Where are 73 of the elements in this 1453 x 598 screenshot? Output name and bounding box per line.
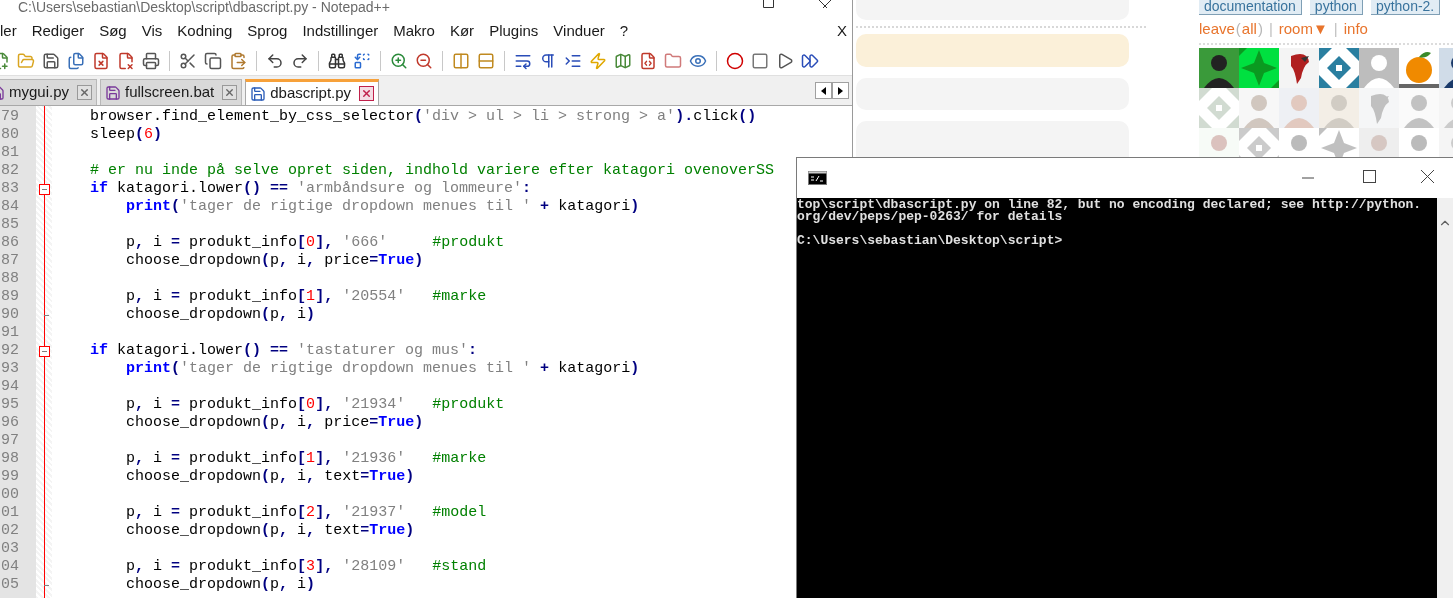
line-number: 95: [0, 396, 20, 414]
menu-item[interactable]: ?: [619, 19, 629, 43]
tag[interactable]: python-2.: [1370, 0, 1441, 15]
line-number: 88: [0, 270, 20, 288]
line-number: 98: [0, 450, 20, 468]
parenthesis-text: (: [1235, 20, 1241, 38]
menu-item[interactable]: Kodning: [177, 19, 233, 43]
line-number: 94: [0, 378, 20, 396]
line-number: 93: [0, 360, 20, 378]
line-number: 91: [0, 324, 20, 342]
code-line: if katagori.lower() == 'tastaturer og mus':: [89, 342, 478, 360]
menu-item[interactable]: Makro: [393, 19, 435, 43]
close-document-button[interactable]: X: [837, 19, 847, 43]
code-line: choose_dropdown(p, i, price=True): [125, 252, 424, 270]
line-number: 80: [0, 126, 20, 144]
code-line: choose_dropdown(p, i, price=True): [125, 414, 424, 432]
line-number: 87: [0, 252, 20, 270]
tab[interactable]: fullscreen.bat: [100, 79, 243, 105]
tab[interactable]: dbascript.py: [245, 79, 380, 105]
code-line: p, i = produkt_info[1], '21936' #marke: [125, 450, 487, 468]
line-number: 99: [0, 468, 20, 486]
code-line: print('tager de rigtige dropdown menues til ' + katagori): [125, 360, 640, 378]
line-number: 01: [0, 504, 20, 522]
line-number: 85: [0, 216, 20, 234]
line-number: 81: [0, 144, 20, 162]
line-number: 05: [0, 576, 20, 594]
line-number: 04: [0, 558, 20, 576]
console-output: org/dev/peps/pep-0263/ for details: [797, 211, 1063, 223]
tab[interactable]: mygui.py: [0, 79, 98, 105]
line-number: 90: [0, 306, 20, 324]
line-number: 97: [0, 432, 20, 450]
menu-item[interactable]: Søg: [99, 19, 127, 43]
line-number: 89: [0, 288, 20, 306]
menu-item[interactable]: Kør: [449, 19, 475, 43]
console-output: top\script\dbascript.py on line 82, but no encoding declared; see http://python.: [797, 199, 1422, 211]
code-line: choose_dropdown(p, i, text=True): [125, 522, 415, 540]
parenthesis-text: ): [1257, 20, 1263, 38]
menu-item[interactable]: Vis: [141, 19, 163, 43]
console-prompt: C:\Users\sebastian\Desktop\script>: [797, 235, 1063, 247]
code-line: browser.find_element_by_css_selector('div > ul > li > strong > a').click(): [89, 108, 757, 126]
window-title: C:\Users\sebastian\Desktop\script\dbascript.py - Notepad++: [18, 0, 390, 14]
code-line: p, i = produkt_info[1], '20554' #marke: [125, 288, 487, 306]
code-line: p, i = produkt_info[2], '21937' #model: [125, 504, 487, 522]
code-line: p, i = produkt_info[0], '21934' #produkt: [125, 396, 505, 414]
tag[interactable]: documentation: [1199, 0, 1302, 15]
code-line: p, i = produkt_info[0], '666' #produkt: [125, 234, 505, 252]
menu-item[interactable]: Plugins: [489, 19, 539, 43]
line-number: 02: [0, 522, 20, 540]
code-line: choose_dropdown(p, i): [125, 576, 316, 594]
menu-item[interactable]: Sprog: [247, 19, 288, 43]
code-line: p, i = produkt_info[3], '28109' #stand: [125, 558, 487, 576]
code-line: sleep(6): [89, 126, 163, 144]
code-line: print('tager de rigtige dropdown menues til ' + katagori): [125, 198, 640, 216]
line-number: 00: [0, 486, 20, 504]
line-number: 79: [0, 108, 20, 126]
code-line: # er nu inde på selve opret siden, indhold variere efter katagori ovenoverSS: [89, 162, 775, 180]
menu-item[interactable]: Vinduer: [553, 19, 605, 43]
code-line: if katagori.lower() == 'armbåndsure og lommeure':: [89, 180, 532, 198]
separator-text: |: [1333, 20, 1338, 38]
menu-item[interactable]: Rediger: [31, 19, 85, 43]
line-number: 96: [0, 414, 20, 432]
tag[interactable]: python: [1309, 0, 1363, 15]
line-number: 92: [0, 342, 20, 360]
line-number: 03: [0, 540, 20, 558]
line-number: 86: [0, 234, 20, 252]
code-line: choose_dropdown(p, i): [125, 306, 316, 324]
menu-item[interactable]: ler: [0, 19, 17, 43]
line-number: 84: [0, 198, 20, 216]
line-number: 83: [0, 180, 20, 198]
menu-item[interactable]: Indstillinger: [302, 19, 379, 43]
separator-text: |: [1268, 20, 1273, 38]
code-line: choose_dropdown(p, i, text=True): [125, 468, 415, 486]
line-number: 82: [0, 162, 20, 180]
